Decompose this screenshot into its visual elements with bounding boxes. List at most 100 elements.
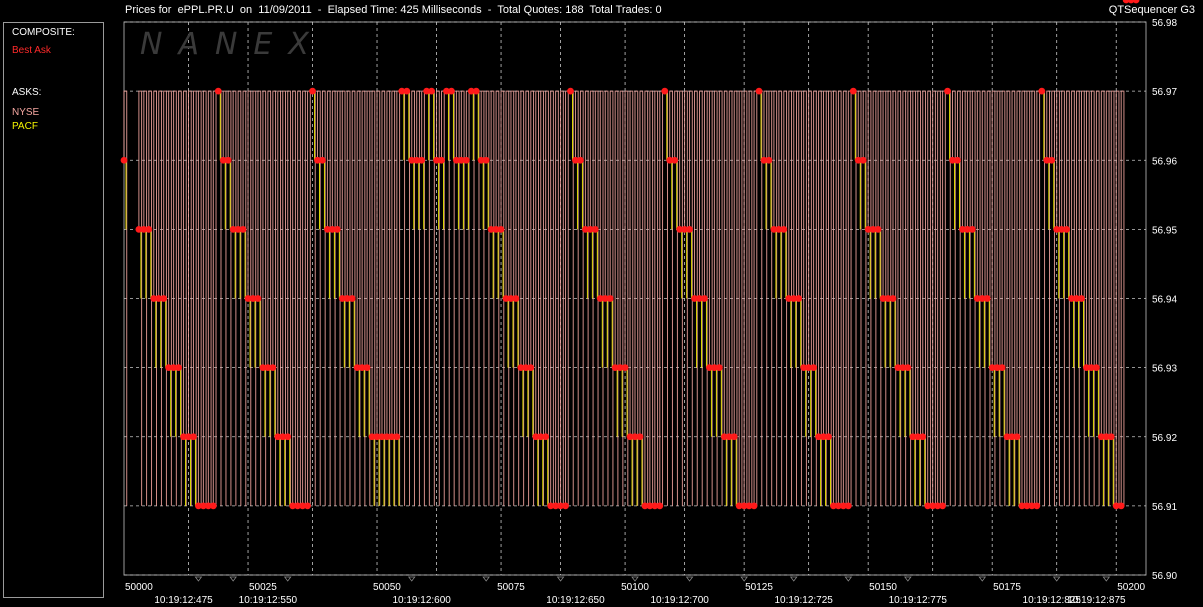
y-tick-label: 56.93: [1152, 364, 1177, 375]
time-marker: [844, 576, 853, 582]
best-ask-point: [810, 364, 818, 372]
time-marker: [482, 576, 490, 582]
best-ask-point: [428, 87, 435, 95]
best-ask-point: [482, 156, 490, 164]
time-marker: [1052, 576, 1061, 582]
y-tick-label: 56.91: [1152, 502, 1177, 513]
y-tick-label: 56.97: [1152, 87, 1177, 98]
best-ask-point: [686, 225, 693, 233]
time-marker: [407, 576, 416, 582]
best-ask-point: [889, 295, 897, 302]
best-ask-point: [209, 502, 217, 510]
best-ask-point: [577, 156, 584, 164]
time-marker: [283, 576, 292, 582]
x-tick-label: 50025: [249, 582, 277, 593]
best-ask-point: [968, 225, 976, 233]
best-ask-point: [1107, 433, 1115, 441]
best-ask-point: [567, 87, 574, 95]
time-marker: [229, 576, 237, 582]
best-ask-point: [145, 225, 153, 233]
best-ask-point: [1033, 502, 1041, 510]
best-ask-point: [795, 295, 803, 302]
price-chart: 56.98 56.97 56.96 56.95 56.94 56.93 56.92 56.91…: [120, 0, 1177, 606]
best-ask-point: [304, 502, 311, 510]
best-ask-point: [1132, 0, 1140, 4]
y-tick-label: 56.92: [1152, 433, 1177, 444]
best-ask-point: [542, 433, 550, 441]
time-label: 10:19:12:775: [889, 595, 948, 606]
best-ask-point: [1117, 502, 1125, 510]
best-ask-point: [309, 87, 316, 95]
best-ask-point: [780, 225, 788, 233]
best-ask-point: [998, 364, 1006, 372]
best-ask-point: [269, 364, 277, 372]
best-ask-point: [472, 87, 480, 95]
best-ask-point: [919, 433, 927, 441]
y-tick-label: 56.94: [1152, 295, 1177, 306]
best-ask-point: [363, 364, 371, 372]
best-ask-point: [904, 364, 912, 372]
time-label: 10:19:12:725: [774, 595, 833, 606]
best-ask-point: [527, 364, 535, 372]
best-ask-point: [825, 433, 832, 441]
x-tick-label: 50050: [373, 582, 401, 593]
best-ask-point: [1048, 156, 1056, 164]
best-ask-point: [874, 225, 882, 233]
time-label: 10:19:12:700: [650, 595, 709, 606]
best-ask-point: [621, 364, 629, 372]
best-ask-point: [319, 156, 326, 164]
best-ask-point: [591, 225, 599, 233]
best-ask-point: [512, 295, 520, 302]
x-tick-label: 50125: [745, 582, 773, 593]
time-marker: [978, 576, 987, 582]
best-ask-point: [1092, 364, 1100, 372]
x-tick-label: 50150: [869, 582, 897, 593]
best-ask-point: [661, 87, 669, 95]
time-marker: [556, 576, 565, 582]
time-label: 10:19:12:600: [392, 595, 451, 606]
best-ask-point: [636, 433, 644, 441]
best-ask-point: [859, 156, 867, 164]
best-ask-point: [1063, 225, 1071, 233]
time-label: 10:19:12:550: [239, 595, 298, 606]
time-marker: [740, 576, 748, 582]
best-ask-point: [120, 156, 128, 164]
best-ask-point: [1013, 433, 1021, 441]
best-ask-point: [224, 156, 232, 164]
time-marker: [631, 576, 639, 582]
best-ask-point: [701, 295, 708, 302]
best-ask-point: [730, 433, 738, 441]
time-marker: [685, 576, 694, 582]
time-marker: [789, 576, 798, 582]
time-marker: [904, 576, 912, 582]
best-ask-point: [403, 87, 411, 95]
best-ask-point: [239, 225, 247, 233]
y-tick-label: 56.90: [1152, 571, 1177, 582]
best-ask-point: [438, 156, 445, 164]
best-ask-point: [284, 433, 292, 441]
best-ask-point: [939, 502, 946, 510]
best-ask-point: [418, 156, 426, 164]
x-tick-label: 50175: [993, 582, 1021, 593]
nanex-watermark: NANEX: [140, 27, 325, 62]
best-ask-point: [497, 225, 505, 233]
best-ask-point: [983, 295, 991, 302]
x-tick-label: 50000: [125, 582, 153, 593]
time-label: 10:19:12:475: [154, 595, 213, 606]
best-ask-point: [750, 502, 758, 510]
best-ask-point: [393, 433, 401, 441]
best-ask-point: [348, 295, 356, 302]
best-ask-point: [671, 156, 679, 164]
best-ask-point: [214, 87, 222, 95]
x-tick-label: 50100: [621, 582, 649, 593]
best-ask-point: [954, 156, 961, 164]
time-label: 10:19:12:650: [546, 595, 605, 606]
y-tick-label: 56.96: [1152, 156, 1177, 167]
best-ask-point: [190, 433, 197, 441]
best-ask-point: [715, 364, 723, 372]
time-marker: [194, 576, 203, 582]
best-ask-point: [562, 502, 569, 510]
best-ask-point: [462, 156, 470, 164]
best-ask-point: [333, 225, 341, 233]
y-tick-label: 56.95: [1152, 225, 1177, 236]
